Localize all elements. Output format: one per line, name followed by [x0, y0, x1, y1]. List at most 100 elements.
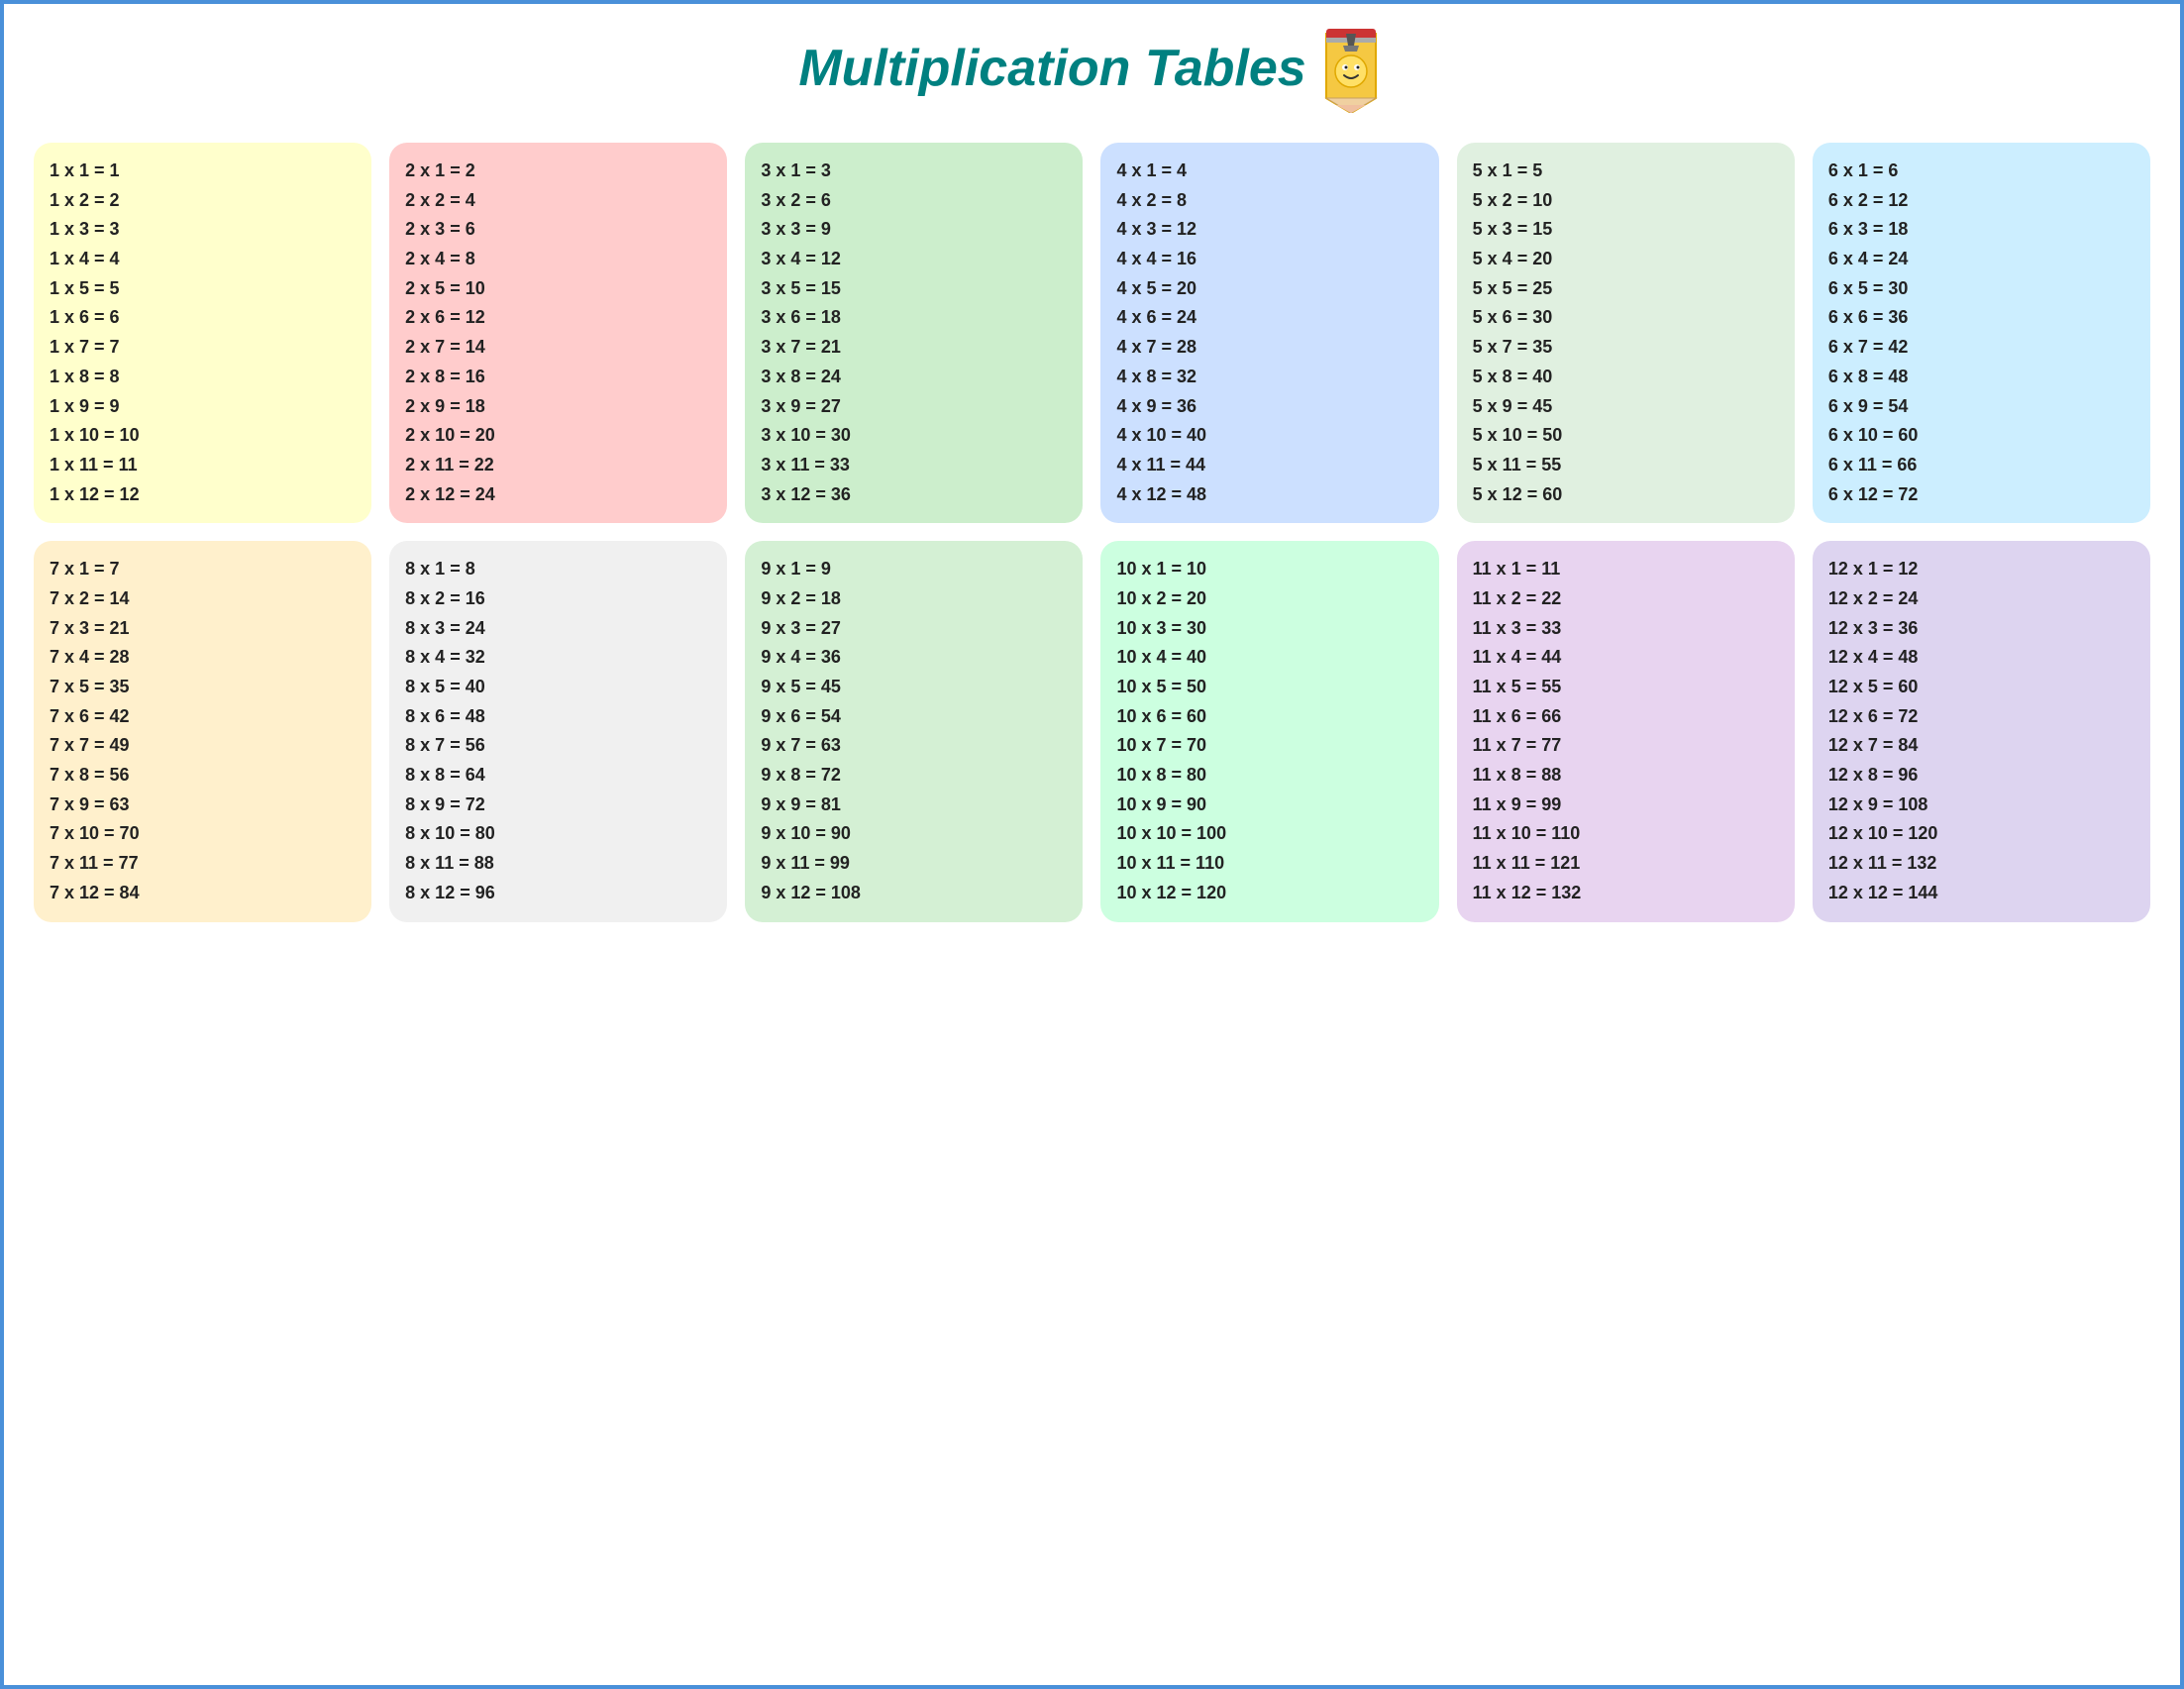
table-row: 3 x 6 = 18 — [761, 303, 1067, 333]
table-row: 6 x 4 = 24 — [1828, 245, 2134, 274]
table-row: 2 x 2 = 4 — [405, 186, 711, 216]
table-row: 4 x 4 = 16 — [1116, 245, 1422, 274]
table-row: 7 x 11 = 77 — [50, 849, 356, 879]
table-row: 7 x 8 = 56 — [50, 761, 356, 791]
table-row: 2 x 12 = 24 — [405, 480, 711, 510]
table-row: 3 x 1 = 3 — [761, 157, 1067, 186]
table-card-6: 6 x 1 = 66 x 2 = 126 x 3 = 186 x 4 = 246… — [1813, 143, 2150, 523]
table-row: 1 x 1 = 1 — [50, 157, 356, 186]
pencil-icon — [1316, 24, 1386, 113]
table-row: 9 x 11 = 99 — [761, 849, 1067, 879]
table-row: 8 x 11 = 88 — [405, 849, 711, 879]
table-row: 9 x 1 = 9 — [761, 555, 1067, 584]
table-row: 10 x 3 = 30 — [1116, 614, 1422, 644]
table-row: 7 x 6 = 42 — [50, 702, 356, 732]
table-row: 8 x 6 = 48 — [405, 702, 711, 732]
table-row: 11 x 8 = 88 — [1473, 761, 1779, 791]
table-row: 11 x 3 = 33 — [1473, 614, 1779, 644]
table-row: 6 x 2 = 12 — [1828, 186, 2134, 216]
table-row: 5 x 10 = 50 — [1473, 421, 1779, 451]
table-row: 12 x 11 = 132 — [1828, 849, 2134, 879]
table-row: 5 x 3 = 15 — [1473, 215, 1779, 245]
table-row: 11 x 4 = 44 — [1473, 643, 1779, 673]
table-row: 10 x 1 = 10 — [1116, 555, 1422, 584]
table-row: 9 x 8 = 72 — [761, 761, 1067, 791]
table-row: 9 x 12 = 108 — [761, 879, 1067, 908]
table-row: 12 x 6 = 72 — [1828, 702, 2134, 732]
table-row: 12 x 5 = 60 — [1828, 673, 2134, 702]
table-card-4: 4 x 1 = 44 x 2 = 84 x 3 = 124 x 4 = 164 … — [1100, 143, 1438, 523]
table-row: 3 x 4 = 12 — [761, 245, 1067, 274]
table-row: 9 x 5 = 45 — [761, 673, 1067, 702]
table-row: 2 x 5 = 10 — [405, 274, 711, 304]
table-row: 7 x 12 = 84 — [50, 879, 356, 908]
table-row: 12 x 2 = 24 — [1828, 584, 2134, 614]
table-row: 8 x 8 = 64 — [405, 761, 711, 791]
table-row: 10 x 7 = 70 — [1116, 731, 1422, 761]
table-card-9: 9 x 1 = 99 x 2 = 189 x 3 = 279 x 4 = 369… — [745, 541, 1083, 921]
table-row: 1 x 10 = 10 — [50, 421, 356, 451]
table-row: 12 x 7 = 84 — [1828, 731, 2134, 761]
table-card-10: 10 x 1 = 1010 x 2 = 2010 x 3 = 3010 x 4 … — [1100, 541, 1438, 921]
title-text: Multiplication Tables — [798, 39, 1305, 98]
table-row: 10 x 8 = 80 — [1116, 761, 1422, 791]
table-row: 8 x 5 = 40 — [405, 673, 711, 702]
table-card-2: 2 x 1 = 22 x 2 = 42 x 3 = 62 x 4 = 82 x … — [389, 143, 727, 523]
table-row: 7 x 5 = 35 — [50, 673, 356, 702]
table-row: 5 x 7 = 35 — [1473, 333, 1779, 363]
table-row: 8 x 10 = 80 — [405, 819, 711, 849]
table-row: 5 x 6 = 30 — [1473, 303, 1779, 333]
table-row: 4 x 10 = 40 — [1116, 421, 1422, 451]
table-row: 5 x 1 = 5 — [1473, 157, 1779, 186]
table-row: 11 x 12 = 132 — [1473, 879, 1779, 908]
table-row: 1 x 7 = 7 — [50, 333, 356, 363]
table-row: 3 x 8 = 24 — [761, 363, 1067, 392]
table-row: 7 x 10 = 70 — [50, 819, 356, 849]
table-row: 3 x 7 = 21 — [761, 333, 1067, 363]
table-row: 5 x 11 = 55 — [1473, 451, 1779, 480]
table-row: 10 x 6 = 60 — [1116, 702, 1422, 732]
table-row: 2 x 4 = 8 — [405, 245, 711, 274]
table-row: 9 x 9 = 81 — [761, 791, 1067, 820]
table-card-7: 7 x 1 = 77 x 2 = 147 x 3 = 217 x 4 = 287… — [34, 541, 371, 921]
table-row: 12 x 10 = 120 — [1828, 819, 2134, 849]
table-row: 1 x 9 = 9 — [50, 392, 356, 422]
table-row: 1 x 6 = 6 — [50, 303, 356, 333]
table-row: 3 x 2 = 6 — [761, 186, 1067, 216]
table-row: 6 x 9 = 54 — [1828, 392, 2134, 422]
table-row: 12 x 8 = 96 — [1828, 761, 2134, 791]
table-row: 2 x 6 = 12 — [405, 303, 711, 333]
table-row: 9 x 3 = 27 — [761, 614, 1067, 644]
table-row: 11 x 11 = 121 — [1473, 849, 1779, 879]
table-row: 10 x 12 = 120 — [1116, 879, 1422, 908]
table-row: 3 x 9 = 27 — [761, 392, 1067, 422]
table-row: 4 x 9 = 36 — [1116, 392, 1422, 422]
table-row: 5 x 5 = 25 — [1473, 274, 1779, 304]
table-row: 11 x 2 = 22 — [1473, 584, 1779, 614]
table-row: 11 x 5 = 55 — [1473, 673, 1779, 702]
table-row: 4 x 8 = 32 — [1116, 363, 1422, 392]
table-row: 3 x 3 = 9 — [761, 215, 1067, 245]
table-row: 6 x 3 = 18 — [1828, 215, 2134, 245]
table-row: 8 x 3 = 24 — [405, 614, 711, 644]
table-row: 8 x 9 = 72 — [405, 791, 711, 820]
table-row: 5 x 2 = 10 — [1473, 186, 1779, 216]
table-row: 5 x 4 = 20 — [1473, 245, 1779, 274]
table-row: 4 x 6 = 24 — [1116, 303, 1422, 333]
table-row: 12 x 1 = 12 — [1828, 555, 2134, 584]
table-row: 1 x 2 = 2 — [50, 186, 356, 216]
table-row: 1 x 4 = 4 — [50, 245, 356, 274]
table-row: 6 x 6 = 36 — [1828, 303, 2134, 333]
table-row: 4 x 1 = 4 — [1116, 157, 1422, 186]
table-row: 8 x 12 = 96 — [405, 879, 711, 908]
table-row: 9 x 10 = 90 — [761, 819, 1067, 849]
table-row: 2 x 10 = 20 — [405, 421, 711, 451]
table-row: 3 x 11 = 33 — [761, 451, 1067, 480]
table-card-1: 1 x 1 = 11 x 2 = 21 x 3 = 31 x 4 = 41 x … — [34, 143, 371, 523]
table-row: 12 x 9 = 108 — [1828, 791, 2134, 820]
table-row: 6 x 8 = 48 — [1828, 363, 2134, 392]
table-row: 8 x 4 = 32 — [405, 643, 711, 673]
table-row: 6 x 7 = 42 — [1828, 333, 2134, 363]
table-card-8: 8 x 1 = 88 x 2 = 168 x 3 = 248 x 4 = 328… — [389, 541, 727, 921]
table-row: 6 x 12 = 72 — [1828, 480, 2134, 510]
